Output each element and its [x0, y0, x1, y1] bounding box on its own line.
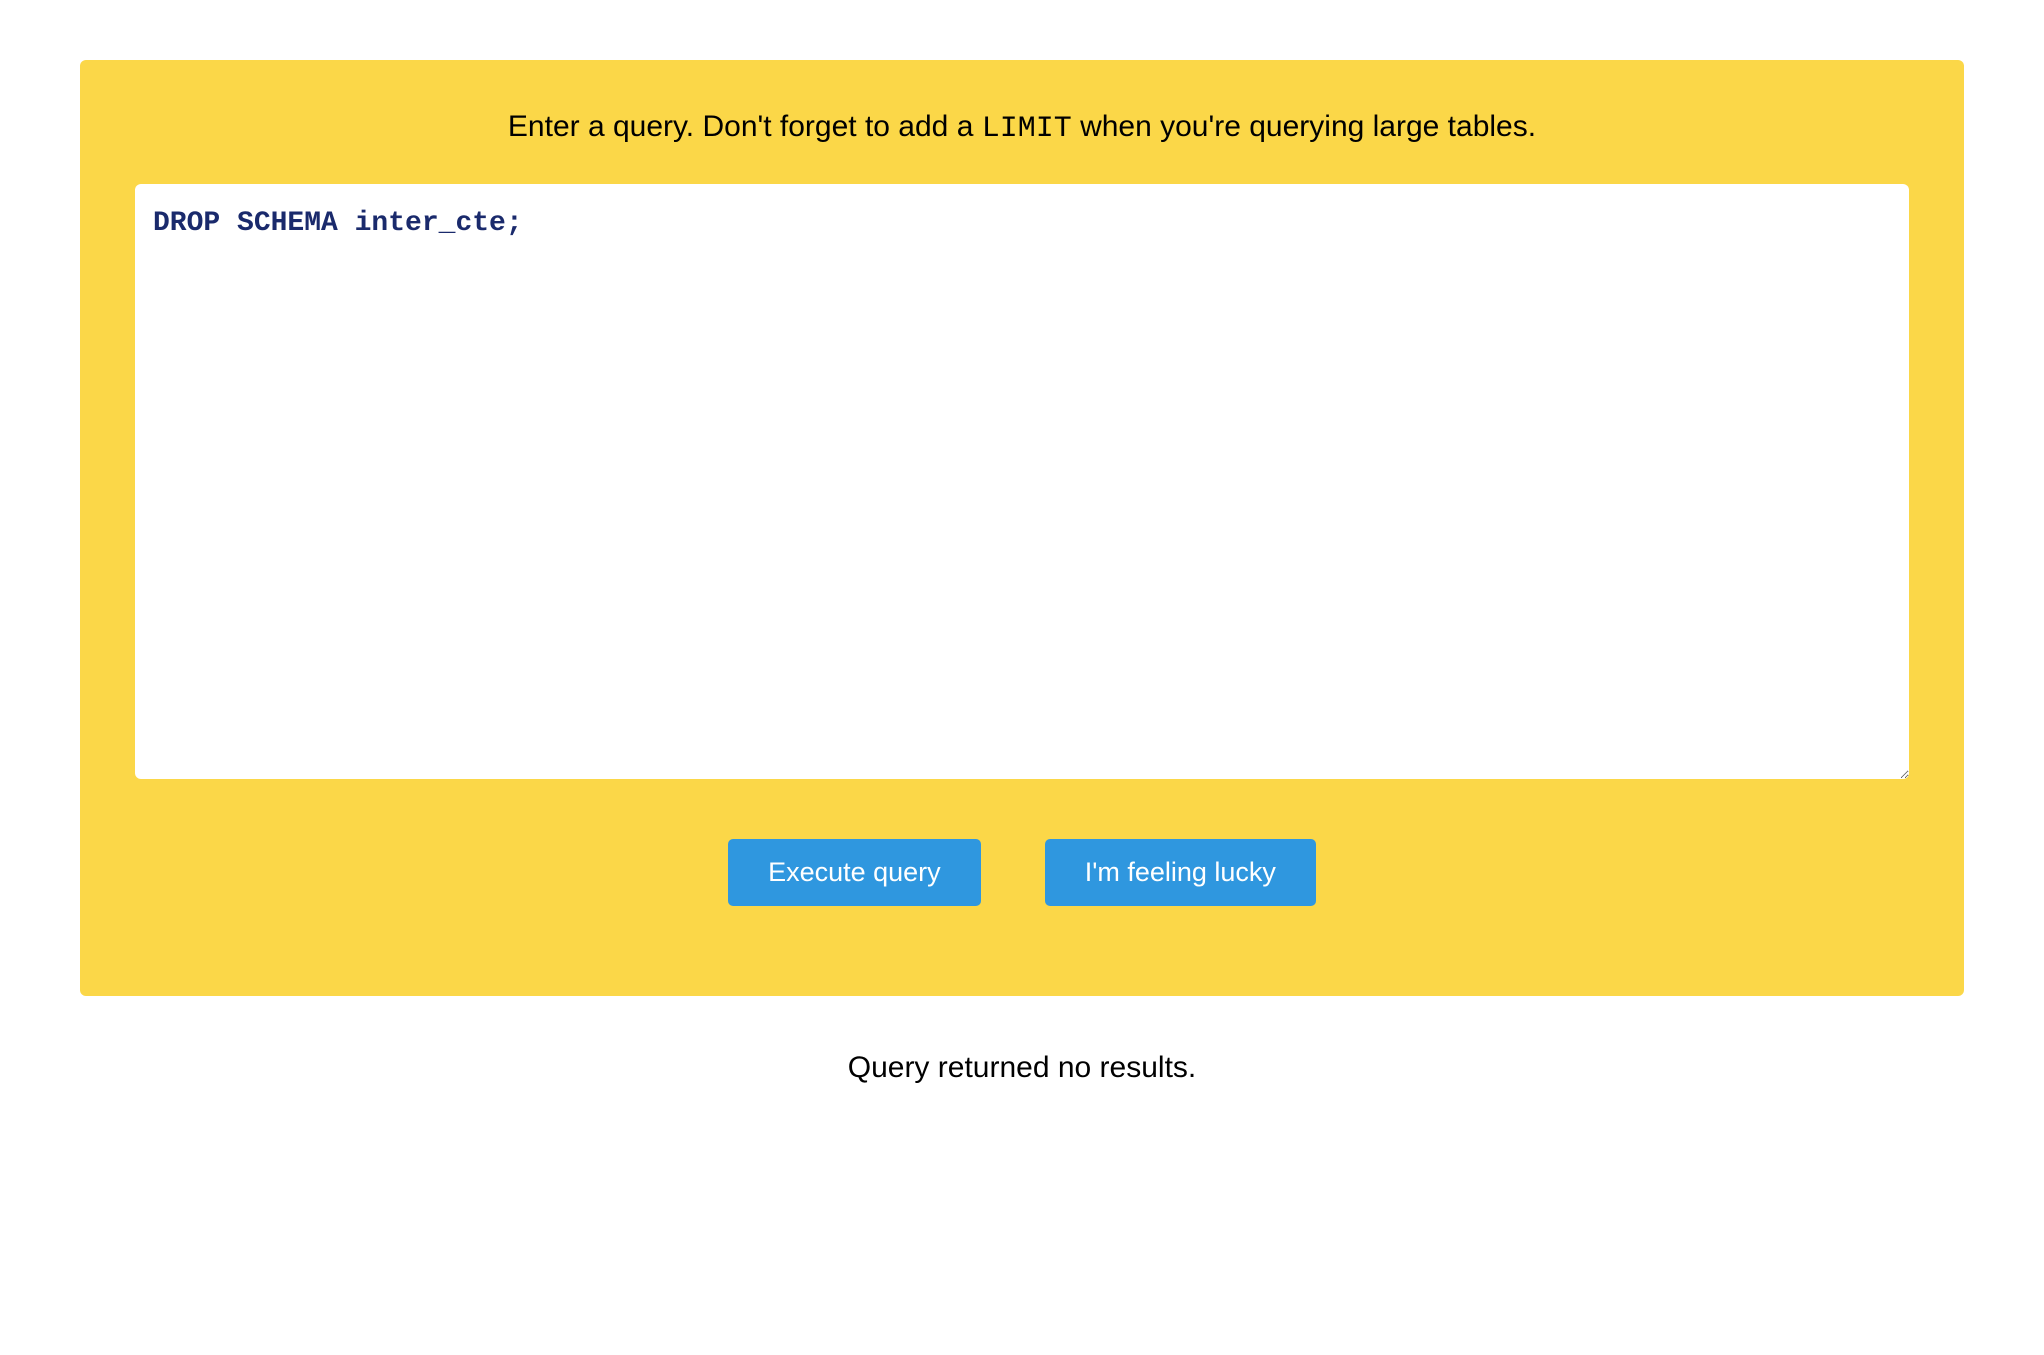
result-message: Query returned no results. — [80, 1051, 1964, 1085]
query-input[interactable] — [135, 184, 1909, 779]
instructions-text: Enter a query. Don't forget to add a LIM… — [135, 110, 1909, 146]
instructions-code: LIMIT — [982, 112, 1072, 146]
instructions-suffix: when you're querying large tables. — [1072, 110, 1536, 143]
instructions-prefix: Enter a query. Don't forget to add a — [508, 110, 982, 143]
button-row: Execute query I'm feeling lucky — [135, 839, 1909, 906]
execute-query-button[interactable]: Execute query — [728, 839, 981, 906]
query-panel: Enter a query. Don't forget to add a LIM… — [80, 60, 1964, 996]
feeling-lucky-button[interactable]: I'm feeling lucky — [1045, 839, 1316, 906]
